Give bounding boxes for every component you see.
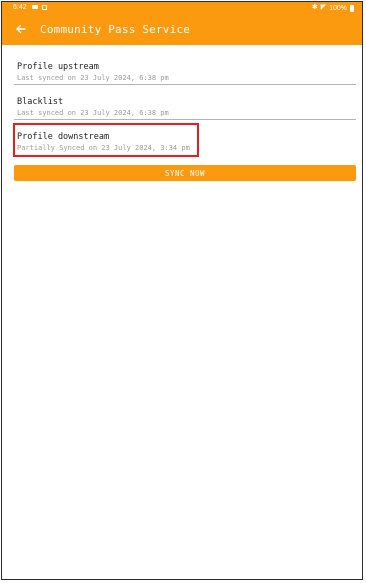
page-title: Community Pass Service <box>40 23 191 36</box>
divider <box>14 119 356 120</box>
app-notification-icon <box>42 5 47 10</box>
device-screen: 6:42 ✱ ◤ 100% Community Pass Service Pro… <box>1 1 363 580</box>
item-subtitle: Partially Synced on 23 July 2024, 3:34 p… <box>17 144 190 152</box>
status-time: 6:42 <box>13 4 27 11</box>
battery-icon <box>350 4 354 12</box>
bluetooth-icon: ✱ <box>311 4 318 11</box>
item-subtitle: Last synced on 23 July 2024, 6:38 pm <box>17 74 169 82</box>
status-right-group: ✱ ◤ 100% <box>312 4 354 12</box>
list-item-profile-downstream[interactable]: Profile downstream Partially Synced on 2… <box>14 123 356 157</box>
back-button[interactable] <box>13 21 29 37</box>
wifi-icon: ◤ <box>320 4 327 11</box>
item-title: Profile upstream <box>17 62 99 72</box>
message-icon <box>32 5 38 9</box>
status-bar: 6:42 ✱ ◤ 100% <box>2 2 362 15</box>
item-title: Profile downstream <box>17 132 110 142</box>
status-notification-icons <box>32 5 47 10</box>
battery-percent: 100% <box>329 4 347 12</box>
arrow-left-icon <box>16 24 26 34</box>
list-item-blacklist[interactable]: Blacklist Last synced on 23 July 2024, 6… <box>14 88 356 122</box>
item-subtitle: Last synced on 23 July 2024, 6:38 pm <box>17 109 169 117</box>
item-title: Blacklist <box>17 97 64 107</box>
divider <box>14 84 356 85</box>
sync-now-button[interactable]: SYNC NOW <box>14 165 356 181</box>
app-bar: Community Pass Service <box>2 15 362 45</box>
list-item-profile-upstream[interactable]: Profile upstream Last synced on 23 July … <box>14 53 356 87</box>
